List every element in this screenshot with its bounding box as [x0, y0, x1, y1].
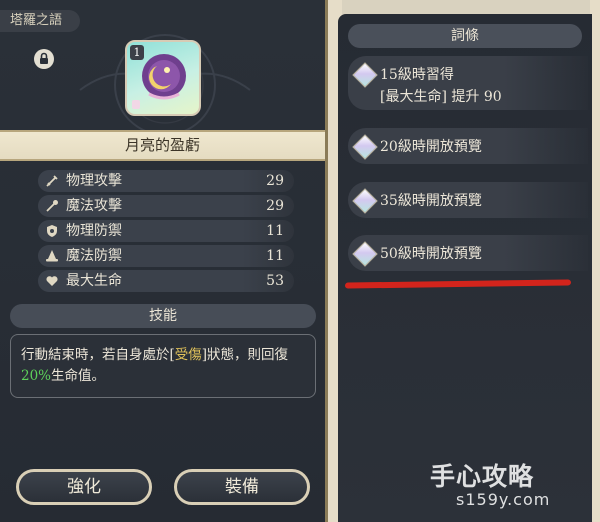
- affix-header: 詞條: [348, 24, 582, 48]
- stat-row-physical-attack: 物理攻擊 29: [38, 170, 294, 192]
- hat-icon: [44, 248, 60, 264]
- affix-entry[interactable]: 35級時開放預覽: [348, 182, 588, 218]
- stat-row-magic-attack: 魔法攻擊 29: [38, 195, 294, 217]
- item-title: 月亮的盈虧: [0, 130, 325, 161]
- affix-entry[interactable]: 20級時開放預覽: [348, 128, 588, 164]
- affix-panel: 詞條 15級時習得 [最大生命] 提升 90 20級時開放預覽 35級時開放預覽…: [338, 14, 592, 522]
- panel-tab-label: 塔羅之語: [0, 10, 81, 32]
- stat-value: 29: [266, 198, 284, 214]
- stat-row-physical-defense: 物理防禦 11: [38, 220, 294, 242]
- gem-icon: [352, 241, 378, 267]
- heart-icon: [44, 273, 60, 289]
- stat-value: 29: [266, 173, 284, 189]
- sword-icon: [44, 173, 60, 189]
- affix-title: 50級時開放預覽: [380, 246, 482, 262]
- item-detail-panel: 塔羅之語 1 月亮的盈虧 物理攻擊 29 魔法攻擊 29 物理防禦 11 魔法防…: [0, 0, 328, 522]
- gem-icon: [352, 134, 378, 160]
- affix-title: 35級時開放預覽: [380, 193, 482, 209]
- stat-value: 53: [266, 273, 284, 289]
- enhance-button[interactable]: 強化: [16, 469, 152, 505]
- stat-label: 魔法攻擊: [66, 198, 122, 214]
- watermark-main: 手心攻略: [430, 462, 535, 491]
- stat-label: 最大生命: [66, 273, 122, 289]
- stat-row-magic-defense: 魔法防禦 11: [38, 245, 294, 267]
- watermark-sub: s159y.com: [456, 490, 551, 509]
- skill-percent: 20%: [21, 368, 52, 384]
- site-watermark: 手心攻略 s159y.com: [430, 455, 595, 515]
- affix-detail: [最大生命] 提升 90: [380, 89, 502, 105]
- skill-text-part: 生命值。: [51, 368, 106, 384]
- stat-value: 11: [266, 223, 284, 239]
- affix-title: 15級時習得: [380, 67, 454, 83]
- stat-label: 物理攻擊: [66, 173, 122, 189]
- skill-text-part: ]狀態，則回復: [201, 347, 289, 363]
- stat-row-max-hp: 最大生命 53: [38, 270, 294, 292]
- skill-keyword: 受傷: [174, 347, 202, 363]
- item-card[interactable]: 1: [125, 40, 201, 116]
- skill-text-part: 行動結束時，若自身處於[: [21, 347, 175, 363]
- stat-label: 魔法防禦: [66, 248, 122, 264]
- lock-icon[interactable]: [34, 49, 54, 69]
- stat-value: 11: [266, 248, 284, 264]
- skill-header: 技能: [10, 304, 316, 328]
- stats-list: 物理攻擊 29 魔法攻擊 29 物理防禦 11 魔法防禦 11 最大生命 53: [38, 170, 294, 295]
- affix-entry[interactable]: 15級時習得 [最大生命] 提升 90: [348, 56, 588, 110]
- wand-icon: [44, 198, 60, 214]
- skill-description: 行動結束時，若自身處於[受傷]狀態，則回復 20%生命值。: [10, 334, 316, 398]
- shield-icon: [44, 223, 60, 239]
- gem-icon: [352, 62, 378, 88]
- affix-title: 20級時開放預覽: [380, 139, 482, 155]
- gem-icon: [352, 188, 378, 214]
- stat-label: 物理防禦: [66, 223, 122, 239]
- equip-button[interactable]: 裝備: [174, 469, 310, 505]
- affix-entry[interactable]: 50級時開放預覽: [348, 235, 588, 271]
- card-level-badge: 1: [130, 45, 144, 60]
